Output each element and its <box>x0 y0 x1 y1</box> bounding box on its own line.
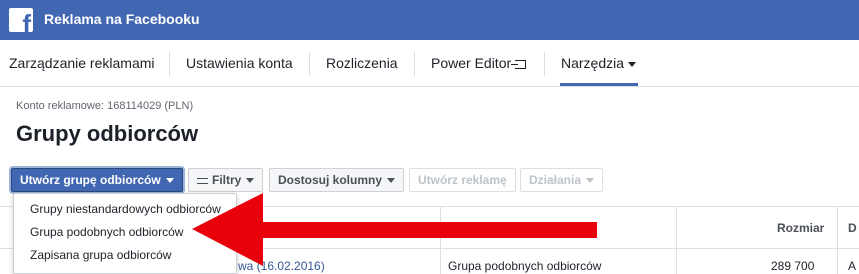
button-label: Filtry <box>212 173 242 187</box>
menu-item-lookalike-audience[interactable]: Grupa podobnych odbiorców <box>30 225 183 239</box>
audience-availability: A <box>848 259 857 273</box>
chevron-down-icon <box>387 178 396 184</box>
chevron-down-icon <box>246 178 255 184</box>
nav-divider <box>544 52 545 76</box>
nav-item-account-settings[interactable]: Ustawienia konta <box>186 55 293 71</box>
top-bar: f Reklama na Facebooku <box>0 0 859 40</box>
column-divider <box>837 207 838 274</box>
nav-item-power-editor[interactable]: Power Editor <box>431 55 527 71</box>
filters-button[interactable]: Filtry <box>188 168 264 192</box>
chevron-down-icon <box>628 61 637 67</box>
external-link-icon <box>511 59 527 69</box>
button-label: Utwórz grupę odbiorców <box>20 173 161 187</box>
nav-divider <box>169 52 170 76</box>
nav-divider <box>309 52 310 76</box>
menu-item-custom-audience[interactable]: Grupy niestandardowych odbiorców <box>30 202 221 216</box>
actions-button[interactable]: Działania <box>520 168 604 192</box>
nav-item-tools[interactable]: Narzędzia <box>561 55 637 71</box>
create-ad-button[interactable]: Utwórz reklamę <box>409 168 516 192</box>
filter-icon <box>197 177 208 185</box>
column-header-size[interactable]: Rozmiar <box>777 221 824 235</box>
app-title[interactable]: Reklama na Facebooku <box>44 11 200 27</box>
chevron-down-icon <box>165 178 174 184</box>
customize-columns-button[interactable]: Dostosuj kolumny <box>269 168 405 192</box>
column-header-type[interactable]: T <box>448 221 455 235</box>
create-audience-button[interactable]: Utwórz grupę odbiorców <box>11 168 183 192</box>
column-divider <box>676 207 677 274</box>
column-divider <box>440 207 441 274</box>
facebook-logo-icon[interactable]: f <box>9 8 33 32</box>
chevron-down-icon <box>586 178 595 184</box>
audience-name-link[interactable]: wa (16.02.2016) <box>238 259 325 273</box>
nav-item-billing[interactable]: Rozliczenia <box>326 55 398 71</box>
nav-item-ads-manager[interactable]: Zarządzanie reklamami <box>9 55 155 71</box>
audience-type: Grupa podobnych odbiorców <box>448 259 602 273</box>
button-label: Działania <box>529 173 582 187</box>
create-audience-menu: Grupy niestandardowych odbiorców Grupa p… <box>13 193 237 274</box>
page-title: Grupy odbiorców <box>16 121 199 146</box>
menu-item-saved-audience[interactable]: Zapisana grupa odbiorców <box>30 248 171 262</box>
ad-account-label: Konto reklamowe: 168114029 (PLN) <box>16 100 194 112</box>
nav-divider <box>414 52 415 76</box>
nav-item-label: Narzędzia <box>561 55 625 71</box>
main-nav: Zarządzanie reklamami Ustawienia konta R… <box>0 40 859 87</box>
nav-item-label: Power Editor <box>431 55 512 71</box>
column-header-availability[interactable]: D <box>848 221 857 235</box>
active-tab-indicator <box>560 83 638 86</box>
button-label: Dostosuj kolumny <box>278 173 383 187</box>
audience-size: 289 700 <box>771 259 815 273</box>
